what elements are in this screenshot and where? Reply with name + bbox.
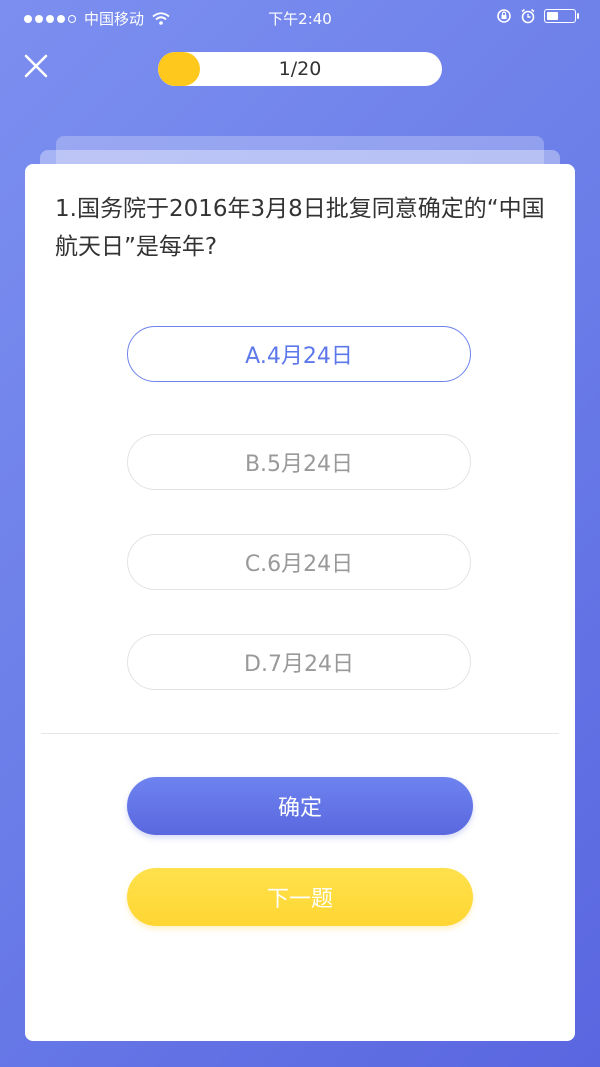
alarm-icon — [521, 8, 535, 24]
status-right — [496, 8, 579, 24]
rotation-lock-icon — [497, 9, 511, 23]
divider — [41, 733, 559, 734]
confirm-button[interactable]: 确定 — [127, 777, 473, 835]
close-icon[interactable] — [22, 52, 50, 80]
progress-bar: 1/20 — [158, 52, 442, 86]
status-bar: 中国移动 下午2:40 — [0, 0, 600, 34]
option-b[interactable]: B.5月24日 — [127, 434, 471, 490]
progress-text: 1/20 — [278, 58, 322, 80]
option-c[interactable]: C.6月24日 — [127, 534, 471, 590]
option-d[interactable]: D.7月24日 — [127, 634, 471, 690]
battery-icon — [544, 9, 579, 23]
next-question-button[interactable]: 下一题 — [127, 868, 473, 926]
question-text: 1.国务院于2016年3月8日批复同意确定的“中国航天日”是每年? — [55, 196, 545, 260]
option-a[interactable]: A.4月24日 — [127, 326, 471, 382]
question-card: 1.国务院于2016年3月8日批复同意确定的“中国航天日”是每年? A.4月24… — [25, 164, 575, 1041]
